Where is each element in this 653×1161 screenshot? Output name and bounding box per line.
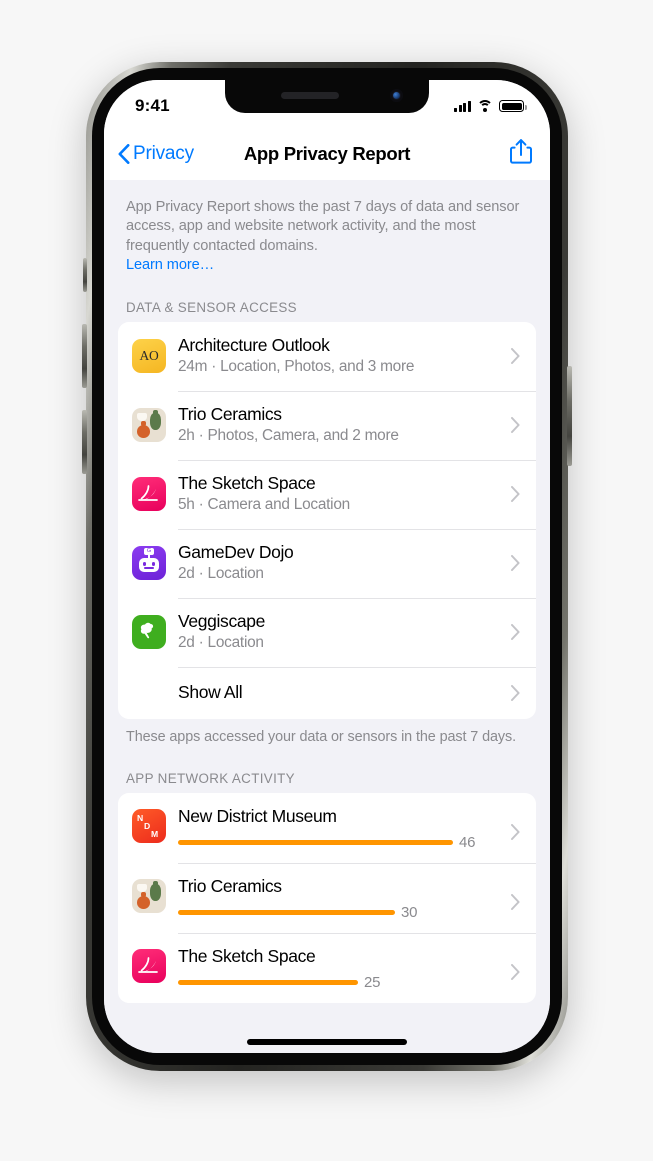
home-indicator[interactable] <box>247 1039 407 1045</box>
chevron-right-icon <box>511 684 520 701</box>
network-activity-count: 25 <box>364 973 381 991</box>
share-button[interactable] <box>510 138 532 169</box>
chevron-right-icon <box>511 555 520 572</box>
trio-ceramics-app-icon <box>132 408 166 443</box>
app-name: Trio Ceramics <box>178 404 282 425</box>
data-sensor-access-list: AO Architecture Outlook 24m · Location, … <box>118 321 536 719</box>
network-activity-meter: 30 <box>178 904 503 921</box>
phone-screen: 9:41 Privacy App Privacy Report App Priv… <box>104 80 550 1053</box>
app-name: Architecture Outlook <box>178 335 330 356</box>
network-activity-meter: 25 <box>178 974 503 991</box>
list-item-text: Trio Ceramics 30 <box>178 876 503 921</box>
list-item[interactable]: Trio Ceramics 2h · Photos, Camera, and 2… <box>118 390 536 460</box>
power-button[interactable] <box>567 366 572 466</box>
show-all-button[interactable]: Show All <box>118 666 536 719</box>
data-sensor-section-header: DATA & SENSOR ACCESS <box>126 299 297 315</box>
list-item[interactable]: NDM New District Museum 46 <box>118 793 536 863</box>
network-activity-count: 46 <box>459 833 476 851</box>
show-all-label: Show All <box>178 682 243 703</box>
app-access-detail: 24m · Location, Photos, and 3 more <box>178 358 415 376</box>
chevron-right-icon <box>511 893 520 910</box>
chevron-right-icon <box>511 348 520 365</box>
chevron-right-icon <box>511 486 520 503</box>
intro-description: App Privacy Report shows the past 7 days… <box>104 180 550 276</box>
list-item-text: Show All <box>178 682 503 703</box>
list-item-text: The Sketch Space 25 <box>178 946 503 991</box>
navigation-bar: Privacy App Privacy Report <box>104 127 550 180</box>
learn-more-link[interactable]: Learn more… <box>126 256 214 275</box>
list-item-text: The Sketch Space 5h · Camera and Locatio… <box>178 473 503 515</box>
share-icon <box>510 139 532 164</box>
iphone-device-frame: 9:41 Privacy App Privacy Report App Priv… <box>82 62 572 1071</box>
chevron-right-icon <box>511 624 520 641</box>
app-access-detail: 5h · Camera and Location <box>178 496 350 514</box>
network-activity-meter: 46 <box>178 834 503 851</box>
list-item[interactable]: Veggiscape 2d · Location <box>118 597 536 667</box>
trio-ceramics-app-icon <box>132 878 166 913</box>
list-item[interactable]: G GameDev Dojo 2d · Location <box>118 528 536 598</box>
app-name: The Sketch Space <box>178 945 316 966</box>
sketch-space-app-icon <box>132 477 166 512</box>
app-network-activity-list: NDM New District Museum 46 Trio Ceramics… <box>118 792 536 1003</box>
sketch-space-app-icon <box>132 948 166 983</box>
list-item-text: GameDev Dojo 2d · Location <box>178 542 503 584</box>
app-name: Veggiscape <box>178 611 265 632</box>
network-activity-bar <box>178 839 453 845</box>
app-name: Trio Ceramics <box>178 875 282 896</box>
chevron-right-icon <box>511 963 520 980</box>
network-activity-bar <box>178 979 358 985</box>
list-item[interactable]: The Sketch Space 5h · Camera and Locatio… <box>118 459 536 529</box>
chevron-right-icon <box>511 417 520 434</box>
app-name: The Sketch Space <box>178 473 316 494</box>
network-activity-count: 30 <box>401 903 418 921</box>
new-district-museum-app-icon: NDM <box>132 808 166 843</box>
list-item[interactable]: AO Architecture Outlook 24m · Location, … <box>118 322 536 391</box>
app-access-detail: 2d · Location <box>178 565 264 583</box>
battery-icon <box>499 100 527 112</box>
notch <box>225 80 429 113</box>
volume-up-button[interactable] <box>82 324 87 388</box>
gamedev-dojo-app-icon: G <box>132 546 166 581</box>
status-bar-indicators <box>454 100 527 112</box>
screenshot-stage: 9:41 Privacy App Privacy Report App Priv… <box>0 0 653 1161</box>
mute-switch[interactable] <box>83 258 87 292</box>
app-name: New District Museum <box>178 805 337 826</box>
list-item-text: New District Museum 46 <box>178 806 503 851</box>
list-item[interactable]: Trio Ceramics 30 <box>118 862 536 933</box>
status-bar-time: 9:41 <box>135 95 170 115</box>
earpiece-speaker <box>281 92 339 99</box>
network-section-header: APP NETWORK ACTIVITY <box>126 770 295 786</box>
data-sensor-footer-note: These apps accessed your data or sensors… <box>126 728 516 745</box>
wifi-icon <box>477 100 493 112</box>
settings-scroll-view[interactable]: App Privacy Report shows the past 7 days… <box>104 180 550 1053</box>
app-name: GameDev Dojo <box>178 542 294 563</box>
list-item-text: Veggiscape 2d · Location <box>178 611 503 653</box>
list-item[interactable]: The Sketch Space 25 <box>118 932 536 1003</box>
cellular-signal-icon <box>454 100 471 112</box>
veggiscape-app-icon <box>132 615 166 650</box>
intro-text: App Privacy Report shows the past 7 days… <box>126 199 520 254</box>
volume-down-button[interactable] <box>82 410 87 474</box>
chevron-right-icon <box>511 823 520 840</box>
front-camera <box>390 89 403 102</box>
network-activity-bar <box>178 909 395 915</box>
app-access-detail: 2d · Location <box>178 634 264 652</box>
page-title: App Privacy Report <box>243 142 411 164</box>
list-item-text: Trio Ceramics 2h · Photos, Camera, and 2… <box>178 404 503 446</box>
list-item-text: Architecture Outlook 24m · Location, Pho… <box>178 335 503 377</box>
architecture-outlook-app-icon: AO <box>132 339 166 374</box>
app-access-detail: 2h · Photos, Camera, and 2 more <box>178 427 399 445</box>
